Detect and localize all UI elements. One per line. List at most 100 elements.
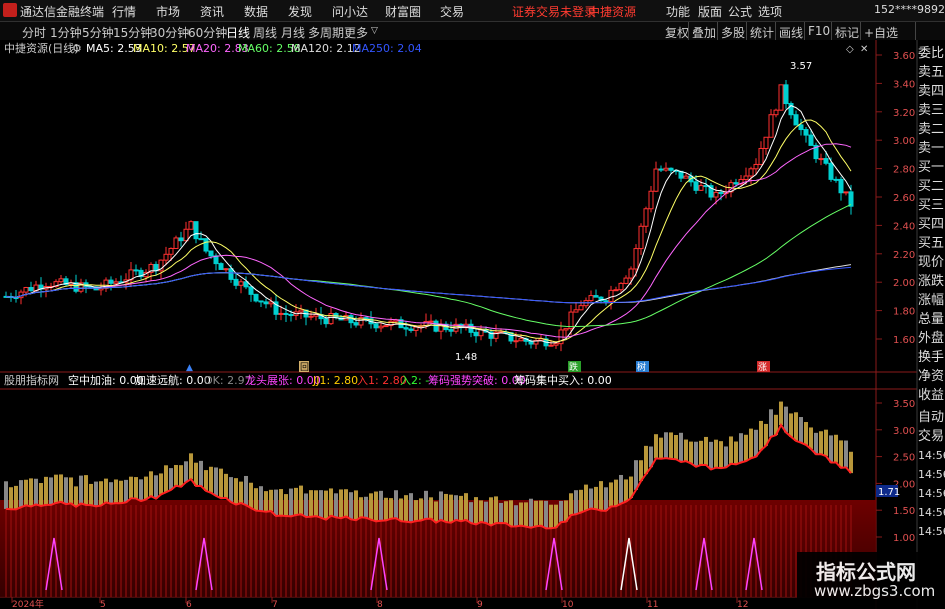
period-weekly[interactable]: 周线 — [253, 24, 277, 41]
period-1min[interactable]: 1分钟 — [50, 24, 82, 41]
candle-body — [823, 158, 829, 164]
menu-hangqing[interactable]: 行情 — [112, 3, 136, 20]
side-buy1[interactable]: 买一 — [918, 158, 945, 177]
side-netasset[interactable]: 净资 — [918, 367, 945, 386]
side-change[interactable]: 涨跌 — [918, 272, 945, 291]
side-trade[interactable]: 交易 — [918, 427, 945, 446]
price-tick-label: 2.00 — [893, 278, 915, 289]
tool-add-watchlist[interactable]: +自选 — [864, 24, 898, 41]
chip-bar — [314, 490, 318, 517]
toolbar-divider — [915, 22, 916, 40]
marker-zhang[interactable]: 涨 — [758, 362, 767, 373]
candle-body — [603, 300, 609, 303]
candle-body — [428, 320, 434, 323]
trade-login-alert[interactable]: 证券交易未登录 — [512, 3, 596, 20]
period-30min[interactable]: 30分钟 — [150, 24, 189, 41]
chip-bar — [659, 437, 663, 459]
period-more[interactable]: 更多 — [344, 24, 368, 41]
menu-wenxiaoda[interactable]: 问小达 — [332, 3, 368, 20]
toolbar-divider — [831, 22, 832, 40]
settings-gear-icon[interactable]: ⚙ — [72, 42, 82, 55]
menu-zixun[interactable]: 资讯 — [200, 3, 224, 20]
marker-shu[interactable]: 树 — [637, 361, 646, 373]
side-outer[interactable]: 外盘 — [918, 329, 945, 348]
side-price[interactable]: 现价 — [918, 253, 945, 272]
chip-bar — [374, 491, 378, 522]
menu-faxian[interactable]: 发现 — [288, 3, 312, 20]
chip-bar — [644, 445, 648, 475]
side-weibi[interactable]: 委比 — [918, 44, 945, 63]
side-sell3[interactable]: 卖三 — [918, 101, 945, 120]
menu-shuju[interactable]: 数据 — [244, 3, 268, 20]
side-buy2[interactable]: 买二 — [918, 177, 945, 196]
menu-xuanxiang[interactable]: 选项 — [758, 3, 782, 20]
toolbar-divider — [775, 22, 776, 40]
side-auto[interactable]: 自动 — [918, 408, 945, 427]
date-tick-label: 10 — [562, 600, 574, 609]
menu-jiaoyi[interactable]: 交易 — [440, 3, 464, 20]
indicator-name[interactable]: 股朋指标网 — [4, 373, 59, 387]
period-5min[interactable]: 5分钟 — [82, 24, 114, 41]
period-15min[interactable]: 15分钟 — [113, 24, 152, 41]
side-turnover[interactable]: 换手 — [918, 348, 945, 367]
candle-body — [718, 191, 724, 195]
candle-body — [548, 344, 554, 347]
menu-caifuquan[interactable]: 财富圈 — [385, 3, 421, 20]
side-buy4[interactable]: 买四 — [918, 215, 945, 234]
candle-body — [743, 175, 749, 180]
user-id[interactable]: 152****9892 — [874, 3, 945, 16]
candle-body — [578, 305, 584, 311]
marker-hui[interactable]: 回 — [300, 362, 309, 373]
chip-bar — [704, 436, 708, 465]
chip-bar — [289, 488, 293, 517]
tool-huaxian[interactable]: 画线 — [779, 24, 803, 41]
side-volume[interactable]: 总量 — [918, 310, 945, 329]
ma120-label: MA120: 2.12 — [291, 42, 361, 55]
side-sell5[interactable]: 卖五 — [918, 63, 945, 82]
side-pct[interactable]: 涨幅 — [918, 291, 945, 310]
tool-tongji[interactable]: 统计 — [750, 24, 774, 41]
candle-body — [323, 318, 329, 325]
candle-body — [353, 322, 359, 326]
side-earning[interactable]: 收益 — [918, 386, 945, 405]
side-sell2[interactable]: 卖二 — [918, 120, 945, 139]
side-sell4[interactable]: 卖四 — [918, 82, 945, 101]
period-fenshi[interactable]: 分时 — [22, 24, 46, 41]
period-60min[interactable]: 60分钟 — [188, 24, 227, 41]
sub-tick-label: 3.50 — [893, 399, 915, 410]
tool-biaoji[interactable]: 标记 — [835, 24, 859, 41]
side-sell1[interactable]: 卖一 — [918, 139, 945, 158]
tool-f10[interactable]: F10 — [808, 24, 830, 38]
side-buy3[interactable]: 买三 — [918, 196, 945, 215]
stock-name-alert[interactable]: 中捷资源 — [588, 3, 636, 20]
side-buy5[interactable]: 买五 — [918, 234, 945, 253]
chip-bar — [509, 500, 513, 527]
marker-die[interactable]: 跌 — [569, 362, 578, 373]
candle-body — [658, 168, 664, 171]
diamond-icon[interactable]: ◇ — [846, 44, 854, 55]
more-chevron-icon[interactable]: ▽ — [371, 26, 378, 36]
candle-body — [288, 313, 294, 317]
tool-fuquan[interactable]: 复权 — [665, 24, 689, 41]
menu-shichang[interactable]: 市场 — [156, 3, 180, 20]
chip-bar — [749, 428, 753, 459]
kline-chart[interactable]: 3.60 3.40 3.20 3.00 2.80 2.60 2.40 2.20 2.00 1.80… — [0, 40, 945, 609]
chip-bar — [489, 497, 493, 526]
side-time: 14:56 — [918, 487, 945, 500]
menu-gongshi[interactable]: 公式 — [728, 3, 752, 20]
menu-banmian[interactable]: 版面 — [698, 3, 722, 20]
tool-duogu[interactable]: 多股 — [721, 24, 745, 41]
chip-bar — [354, 490, 358, 521]
tool-diejia[interactable]: 叠加 — [692, 24, 716, 41]
period-monthly[interactable]: 月线 — [281, 24, 305, 41]
candle-body — [623, 277, 629, 284]
period-daily[interactable]: 日线 — [226, 24, 250, 41]
date-tick-label: 6 — [186, 600, 192, 609]
candle-body — [763, 136, 769, 149]
menu-gongneng[interactable]: 功能 — [666, 3, 690, 20]
close-icon[interactable]: ✕ — [860, 44, 868, 55]
chip-bar — [584, 484, 588, 511]
chip-bar — [459, 495, 463, 522]
period-multi[interactable]: 多周期 — [308, 24, 344, 41]
chip-bar — [464, 493, 468, 520]
